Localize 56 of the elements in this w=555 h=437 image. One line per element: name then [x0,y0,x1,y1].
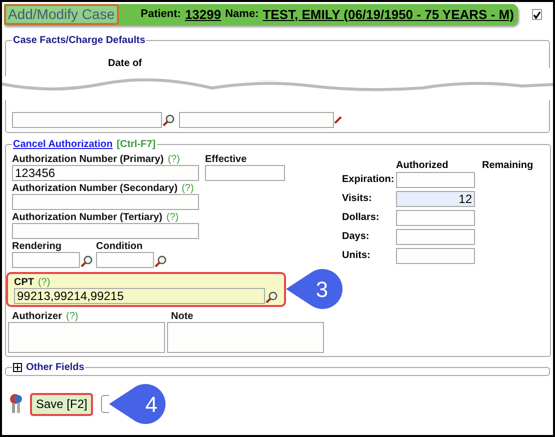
field-label: Visits: [342,192,373,206]
text-field[interactable] [12,194,199,210]
text-field[interactable]: 99213,99214,99215 [14,288,265,304]
magnifier-icon[interactable] [162,114,175,126]
text-field[interactable] [12,112,162,128]
field-label: Date of [108,58,142,69]
checkbox[interactable] [532,9,542,20]
pencil-icon[interactable] [334,116,342,124]
patient-label: Patient: [140,7,181,22]
field-label: Authorizer [12,310,62,324]
help-link[interactable]: (?) [168,152,180,167]
panel-legend: Case Facts/Charge Defaults [12,33,146,48]
panel-legend: Other Fields [26,360,84,375]
field-label: Authorization Number (Secondary) [12,182,178,196]
secondary-button[interactable] [101,395,110,413]
field-label: Expiration: [342,173,396,187]
cancel-authorization-link[interactable]: Cancel Authorization [13,137,113,152]
save-button[interactable]: Save [F2] [30,392,94,416]
text-area[interactable] [8,322,165,353]
column-header: Authorized [396,159,450,172]
help-link[interactable]: (?) [66,309,78,324]
text-field[interactable] [396,210,475,226]
column-header: Remaining [482,159,534,172]
field-label: Days: [342,230,370,244]
text-field[interactable] [396,172,475,188]
page-title: Add/Modify Case [4,4,119,25]
text-field[interactable] [179,112,334,128]
field-label: CPT [14,276,34,290]
field-label: Note [171,310,194,324]
text-field[interactable] [205,165,285,181]
magnifier-icon[interactable] [265,290,278,304]
text-field[interactable] [96,252,154,268]
text-field[interactable] [396,248,475,264]
text-field[interactable] [12,223,199,239]
patient-id-link[interactable]: 13299 [184,4,222,24]
field-label: Condition [96,240,143,254]
callout-badge: 3 [286,269,342,309]
field-label: Effective [205,153,247,167]
patient-name-link[interactable]: TEST, EMILY (06/19/1950 - 75 YEARS - M) [262,4,514,24]
field-label: Authorization Number (Tertiary) [12,211,162,225]
text-field[interactable] [12,252,80,268]
name-label: Name: [225,7,259,22]
field-label: Units: [342,249,372,263]
field-label: Authorization Number (Primary) [12,153,164,167]
text-area[interactable] [167,322,324,353]
magnifier-icon[interactable] [154,255,167,268]
field-label: Rendering [12,240,62,254]
text-field[interactable]: 123456 [12,165,199,181]
help-link[interactable]: (?) [182,181,194,196]
text-field[interactable]: 12 [396,191,475,207]
expand-toggle[interactable] [13,363,22,372]
magnifier-icon[interactable] [80,255,93,268]
help-link[interactable]: (?) [166,210,179,225]
shortcut-hint: [Ctrl-F7] [116,138,156,152]
text-field[interactable] [396,229,475,245]
field-label: Dollars: [342,211,380,225]
